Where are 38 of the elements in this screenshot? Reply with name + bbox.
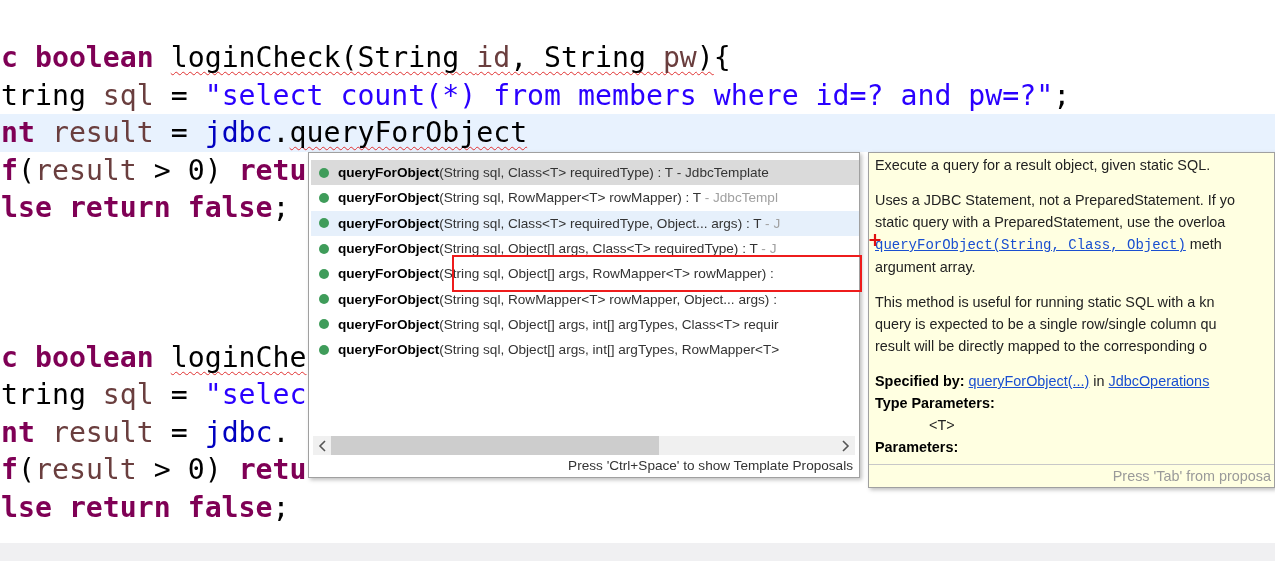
proposal-item[interactable]: queryForObject(String sql, RowMapper<T> rowMapper, Object... args) : — [311, 286, 859, 312]
circle-icon — [319, 167, 329, 178]
code-line: f(result > 0) retu — [0, 452, 307, 488]
link[interactable]: queryForObject(String, Class, Object) — [875, 237, 1186, 253]
doc-paragraph: This method is useful for running static SQL with a kn query is expected to be a single row/single column qu result will be directly mapped to the corresponding o — [875, 293, 1217, 356]
circle-icon — [319, 218, 329, 229]
proposal-item[interactable]: queryForObject(String sql, RowMapper<T> rowMapper) : T - JdbcTempl — [311, 185, 859, 211]
hint-text: Press 'Ctrl+Space' to show Template Proposals — [567, 457, 854, 475]
circle-icon — [319, 243, 329, 254]
doc-paragraph: Uses a JDBC Statement, not a PreparedStatement. If yo static query with a PreparedStatement, use the overloa queryForObject(String, Class, Object) meth argument array. — [875, 191, 1235, 277]
circle-icon — [319, 344, 329, 355]
doc-paragraph: Execute a query for a result object, given static SQL. — [875, 156, 1211, 175]
hint-text: Press 'Tab' from proposa — [1112, 468, 1271, 484]
doc-paragraph: <T> — [928, 416, 955, 435]
scrollbar[interactable] — [313, 436, 855, 455]
code-line: nt result = jdbc. — [0, 414, 290, 451]
proposal-item[interactable]: queryForObject(String sql, Class<T> requiredType, Object... args) : T - J — [311, 210, 859, 236]
code-line: lse return false; — [0, 190, 290, 226]
code-line: nt result = jdbc.queryForObject — [0, 115, 528, 151]
proposal-item[interactable]: queryForObject(String sql, Object[] args, int[] argTypes, RowMapper<T> — [311, 337, 859, 363]
circle-icon — [319, 319, 329, 330]
code-line: f(result > 0) retu — [0, 152, 307, 189]
doc-paragraph: Type Parameters: — [875, 394, 995, 413]
proposal-item[interactable]: queryForObject(String sql, Class<T> requiredType) : T - JdbcTemplate — [311, 160, 859, 186]
link[interactable]: JdbcOperations — [1108, 373, 1210, 389]
scrollbar-thumb[interactable] — [331, 436, 659, 455]
code-line: c boolean loginChe — [0, 339, 307, 376]
code-line: lse return false; — [0, 489, 290, 526]
circle-icon — [319, 294, 329, 305]
circle-icon — [319, 268, 329, 279]
code-line: c boolean loginCheck(String id, String pw){ — [0, 40, 731, 76]
code-line: tring sql = "select count(*) from members where id=? and pw=?"; — [0, 77, 1071, 114]
doc-paragraph: Parameters: — [875, 438, 959, 457]
link[interactable]: queryForObject(...) — [968, 373, 1090, 389]
doc-paragraph: Specified by: queryForObject(...) in JdbcOperations — [875, 372, 1210, 391]
proposal-item[interactable]: queryForObject(String sql, Object[] args, int[] argTypes, Class<T> requir — [311, 311, 859, 338]
circle-icon — [319, 192, 329, 203]
code-line: tring sql = "selec — [0, 377, 307, 413]
